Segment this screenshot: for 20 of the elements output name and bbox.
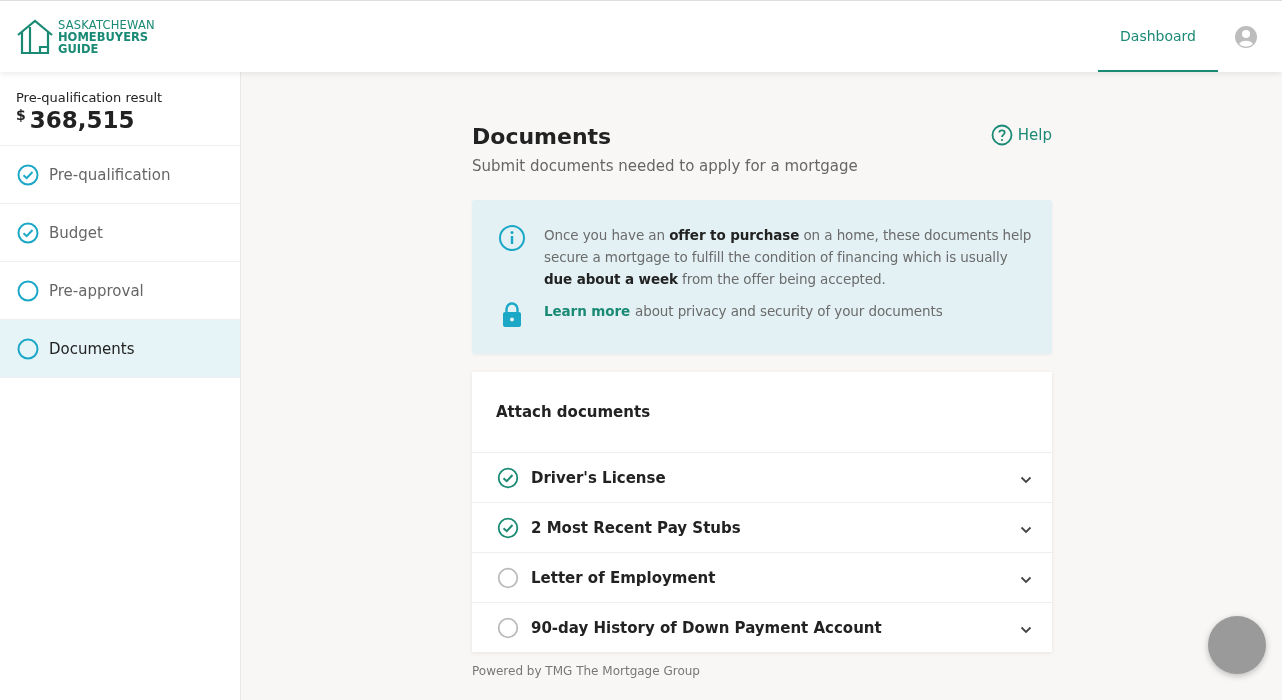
brand-logo[interactable]: SASKATCHEWAN HOMEBUYERS GUIDE bbox=[16, 18, 155, 55]
sidebar-step[interactable]: Pre-qualification bbox=[0, 146, 240, 204]
sidebar-step[interactable]: Documents bbox=[0, 320, 240, 378]
learn-more-link[interactable]: Learn more bbox=[544, 303, 630, 319]
card-title: Attach documents bbox=[472, 372, 1052, 453]
currency-symbol: $ bbox=[16, 107, 26, 123]
document-row[interactable]: Driver's License bbox=[472, 453, 1052, 503]
result-label: Pre-qualification result bbox=[16, 90, 164, 105]
nav-tab[interactable]: Dashboard bbox=[1098, 1, 1218, 72]
help-link[interactable]: Help bbox=[990, 124, 1052, 146]
document-row[interactable]: 2 Most Recent Pay Stubs bbox=[472, 503, 1052, 553]
document-row[interactable]: Letter of Employment bbox=[472, 553, 1052, 603]
privacy-text: about privacy and security of your documents bbox=[635, 303, 943, 319]
page-title: Documents bbox=[472, 124, 613, 149]
result-amount: 368,515 bbox=[29, 107, 135, 133]
sidebar-step[interactable]: Budget bbox=[0, 204, 240, 262]
page-subtitle: Submit documents needed to apply for a mortgage bbox=[472, 157, 858, 175]
document-row[interactable]: 90-day History of Down Payment Account bbox=[472, 603, 1052, 652]
info-text: Once you have an offer to purchase on a home, these documents help secure a mortgage to fulfill the condition of financing which is usually due about a week from the offer being accepted. bbox=[544, 226, 1033, 289]
footer-text: Powered by TMG The Mortgage Group bbox=[472, 664, 701, 678]
